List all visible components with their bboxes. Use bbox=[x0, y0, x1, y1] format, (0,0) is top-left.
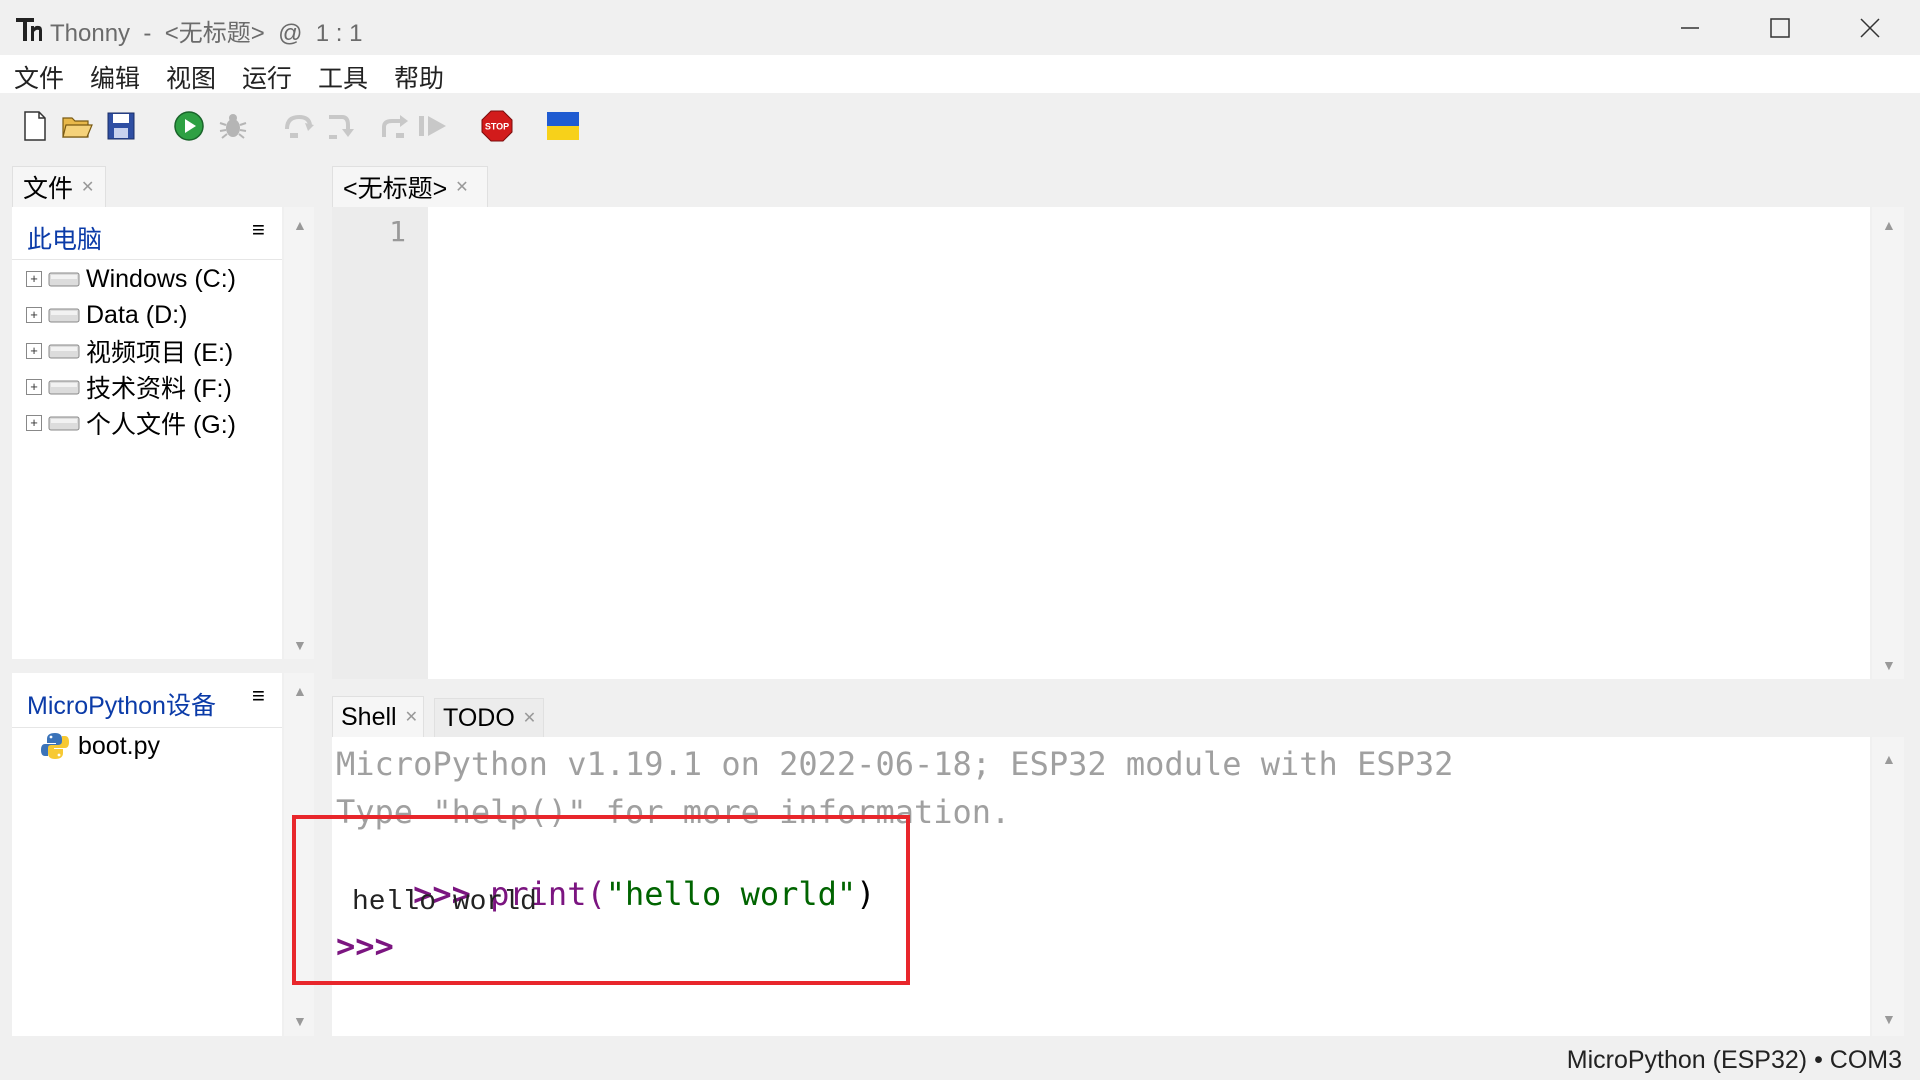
step-out-icon[interactable] bbox=[378, 109, 412, 143]
menu-file[interactable]: 文件 bbox=[14, 59, 64, 95]
drive-icon bbox=[48, 344, 80, 359]
editor-scrollbar[interactable]: ▲ ▼ bbox=[1872, 207, 1904, 679]
scroll-down-icon[interactable]: ▼ bbox=[293, 637, 307, 653]
drive-label: Windows (C:) bbox=[86, 264, 237, 293]
window-title: Thonny - <无标题> @ 1 : 1 bbox=[50, 20, 363, 47]
drive-label: Data (D:) bbox=[86, 300, 188, 329]
open-folder-icon[interactable] bbox=[60, 109, 94, 143]
device-file-name: boot.py bbox=[78, 731, 161, 760]
tree-item-drive[interactable]: + Data (D:) bbox=[26, 300, 187, 330]
scroll-down-icon[interactable]: ▼ bbox=[1882, 657, 1896, 673]
step-into-icon[interactable] bbox=[324, 109, 358, 143]
shell-tab-label: Shell bbox=[341, 702, 397, 731]
close-tab-icon[interactable]: ✕ bbox=[455, 177, 468, 197]
tree-item-drive[interactable]: + 个人文件 (G:) bbox=[26, 408, 236, 439]
highlight-annotation-box bbox=[292, 815, 910, 985]
menu-bar: 文件 编辑 视图 运行 工具 帮助 bbox=[0, 55, 1920, 93]
editor-tab-label: <无标题> bbox=[343, 175, 448, 203]
status-bar: MicroPython (ESP32) • COM3 bbox=[0, 1040, 1920, 1080]
computer-header-row: 此电脑 ≡ bbox=[12, 207, 282, 260]
close-tab-icon[interactable]: ✕ bbox=[523, 708, 536, 728]
expand-icon[interactable]: + bbox=[26, 307, 42, 323]
tree-item-drive[interactable]: + 视频项目 (E:) bbox=[26, 336, 234, 367]
close-tab-icon[interactable]: ✕ bbox=[405, 707, 418, 727]
tab-shell[interactable]: Shell ✕ bbox=[332, 696, 424, 737]
expand-icon[interactable]: + bbox=[26, 271, 42, 287]
drive-icon bbox=[48, 272, 80, 287]
scroll-down-icon[interactable]: ▼ bbox=[1882, 1011, 1896, 1027]
scroll-up-icon[interactable]: ▲ bbox=[1882, 217, 1896, 233]
menu-tools[interactable]: 工具 bbox=[318, 59, 368, 95]
thonny-logo-icon bbox=[16, 18, 42, 41]
menu-view[interactable]: 视图 bbox=[166, 59, 216, 95]
run-icon[interactable] bbox=[172, 109, 206, 143]
close-window-button[interactable] bbox=[1825, 0, 1915, 55]
stop-label: STOP bbox=[485, 122, 509, 132]
drive-label: 技术资料 (F:) bbox=[86, 375, 232, 403]
tab-files-label: 文件 bbox=[23, 175, 74, 203]
save-icon[interactable] bbox=[104, 109, 138, 143]
scroll-down-icon[interactable]: ▼ bbox=[293, 1013, 307, 1029]
python-file-icon bbox=[41, 733, 69, 759]
drive-label: 视频项目 (E:) bbox=[86, 339, 234, 367]
maximize-button[interactable] bbox=[1735, 0, 1825, 55]
expand-icon[interactable]: + bbox=[26, 343, 42, 359]
tree-item-drive[interactable]: + 技术资料 (F:) bbox=[26, 372, 232, 403]
file-browser-device: MicroPython设备 ≡ boot.py bbox=[12, 673, 282, 1036]
expand-icon[interactable]: + bbox=[26, 415, 42, 431]
maximize-icon bbox=[1770, 17, 1790, 38]
tab-files[interactable]: 文件 ✕ bbox=[12, 166, 106, 207]
menu-edit[interactable]: 编辑 bbox=[90, 59, 140, 95]
close-icon bbox=[1860, 17, 1880, 38]
close-tab-icon[interactable]: ✕ bbox=[81, 177, 94, 197]
drive-icon bbox=[48, 308, 80, 323]
tab-todo[interactable]: TODO ✕ bbox=[434, 698, 544, 737]
drive-icon bbox=[48, 380, 80, 395]
line-number-gutter: 1 bbox=[332, 207, 428, 679]
resume-icon[interactable] bbox=[416, 109, 450, 143]
menu-run[interactable]: 运行 bbox=[242, 59, 292, 95]
scroll-up-icon[interactable]: ▲ bbox=[293, 683, 307, 699]
todo-tab-label: TODO bbox=[443, 703, 515, 732]
line-number: 1 bbox=[389, 215, 406, 248]
device-header-row: MicroPython设备 ≡ bbox=[12, 673, 282, 728]
debug-bug-icon[interactable] bbox=[216, 109, 250, 143]
minimize-button[interactable] bbox=[1645, 0, 1735, 55]
hamburger-menu-icon[interactable]: ≡ bbox=[252, 217, 265, 243]
drive-icon bbox=[48, 416, 80, 431]
drive-label: 个人文件 (G:) bbox=[86, 411, 236, 439]
shell-scrollbar[interactable]: ▲ ▼ bbox=[1872, 737, 1904, 1036]
menu-help[interactable]: 帮助 bbox=[394, 59, 444, 95]
shell-banner-line: MicroPython v1.19.1 on 2022-06-18; ESP32… bbox=[336, 745, 1454, 783]
code-editor[interactable]: 1 bbox=[332, 207, 1870, 679]
new-file-icon[interactable] bbox=[18, 109, 52, 143]
this-pc-link[interactable]: 此电脑 bbox=[27, 220, 102, 256]
step-over-icon[interactable] bbox=[282, 109, 316, 143]
interpreter-selector[interactable]: MicroPython (ESP32) • COM3 bbox=[1567, 1046, 1902, 1075]
files-scrollbar[interactable]: ▲ ▼ bbox=[284, 207, 314, 659]
tree-item-drive[interactable]: + Windows (C:) bbox=[26, 264, 236, 294]
tab-editor-untitled[interactable]: <无标题> ✕ bbox=[332, 166, 488, 207]
device-file-item[interactable]: boot.py bbox=[40, 731, 160, 761]
micropython-device-link[interactable]: MicroPython设备 bbox=[27, 686, 216, 722]
title-bar: Thonny - <无标题> @ 1 : 1 bbox=[0, 0, 1920, 55]
minimize-icon bbox=[1681, 26, 1699, 29]
ukraine-flag-icon[interactable] bbox=[546, 109, 580, 143]
toolbar: STOP bbox=[0, 93, 1920, 163]
expand-icon[interactable]: + bbox=[26, 379, 42, 395]
stop-button[interactable]: STOP bbox=[480, 109, 514, 143]
scroll-up-icon[interactable]: ▲ bbox=[1882, 751, 1896, 767]
file-browser-computer: 此电脑 ≡ + Windows (C:) + Data (D:) + 视频项目 … bbox=[12, 207, 282, 659]
hamburger-menu-icon[interactable]: ≡ bbox=[252, 683, 265, 709]
scroll-up-icon[interactable]: ▲ bbox=[293, 217, 307, 233]
